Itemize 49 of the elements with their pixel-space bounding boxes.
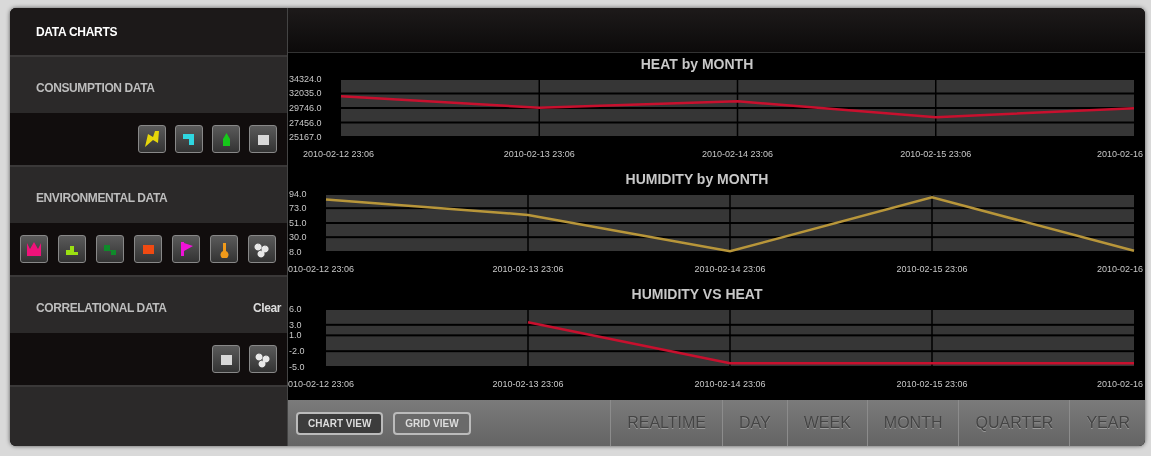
x-axis-label: 2010-02-14 23:06	[694, 264, 766, 274]
x-axis-label: 2010-02-13 23:06	[492, 264, 564, 274]
y-axis-label: 30.0	[289, 232, 307, 243]
y-axis-label: 6.0	[289, 304, 302, 314]
x-axis-label: 2010-02-14 23:06	[694, 379, 766, 389]
data-button[interactable]	[210, 235, 238, 263]
y-axis-label: 29746.0	[289, 103, 322, 113]
y-axis-label: -5.0	[289, 362, 305, 372]
y-axis-label: 25167.0	[289, 132, 322, 142]
y-axis-label: 51.0	[289, 218, 307, 228]
y-axis-label: 27456.0	[289, 117, 322, 128]
view-button[interactable]: CHART VIEW	[296, 411, 384, 435]
y-axis-label: 3.0	[289, 319, 302, 330]
y-axis-label: 8.0	[289, 247, 302, 257]
data-button[interactable]	[249, 345, 277, 373]
data-button[interactable]	[212, 345, 240, 373]
x-axis-label: 2010-02-15 23:06	[900, 149, 972, 159]
view-button[interactable]: GRID VIEW	[393, 411, 471, 435]
section-heading: CORRELATIONAL DATA	[36, 300, 167, 317]
sidebar-title: DATA CHARTS	[10, 8, 287, 55]
data-button[interactable]	[58, 235, 86, 263]
data-button[interactable]	[175, 125, 203, 153]
x-axis-label: 2010-02-13 23:06	[503, 149, 575, 159]
x-axis-label: 2010-02-15 23:06	[896, 379, 968, 389]
data-button[interactable]	[138, 125, 166, 153]
y-axis-label: 73.0	[289, 203, 307, 214]
y-axis-label: 32035.0	[289, 88, 322, 99]
clear-link[interactable]: Clear	[252, 299, 281, 317]
x-axis-label: 2010-02-15 23:06	[896, 264, 968, 274]
x-axis-label: 2010-02-16	[1096, 379, 1143, 389]
x-axis-label: 2010-02-12 23:06	[303, 149, 375, 159]
x-axis-label: 2010-02-16	[1096, 149, 1143, 159]
data-button[interactable]	[212, 125, 240, 153]
x-axis-label: 2010-02-16	[1096, 264, 1143, 274]
x-axis-label: 010-02-12 23:06	[288, 264, 355, 274]
section-heading: ENVIRONMENTAL DATA	[36, 190, 168, 207]
x-axis-label: 010-02-12 23:06	[288, 379, 355, 389]
chart-title: HEAT by MONTH	[640, 56, 754, 72]
y-axis-label: 34324.0	[289, 74, 322, 84]
x-axis-label: 2010-02-13 23:06	[492, 379, 564, 389]
data-button[interactable]	[249, 125, 277, 153]
chart-title: HUMIDITY by MONTH	[625, 171, 769, 187]
y-axis-label: 1.0	[289, 330, 302, 341]
y-axis-label: 94.0	[289, 189, 307, 199]
chart-title: HUMIDITY VS HEAT	[631, 286, 763, 302]
x-axis-label: 2010-02-14 23:06	[701, 149, 774, 159]
section-heading: CONSUMPTION DATA	[36, 80, 155, 97]
y-axis-label: -2.0	[289, 346, 305, 357]
data-button[interactable]	[248, 235, 276, 263]
